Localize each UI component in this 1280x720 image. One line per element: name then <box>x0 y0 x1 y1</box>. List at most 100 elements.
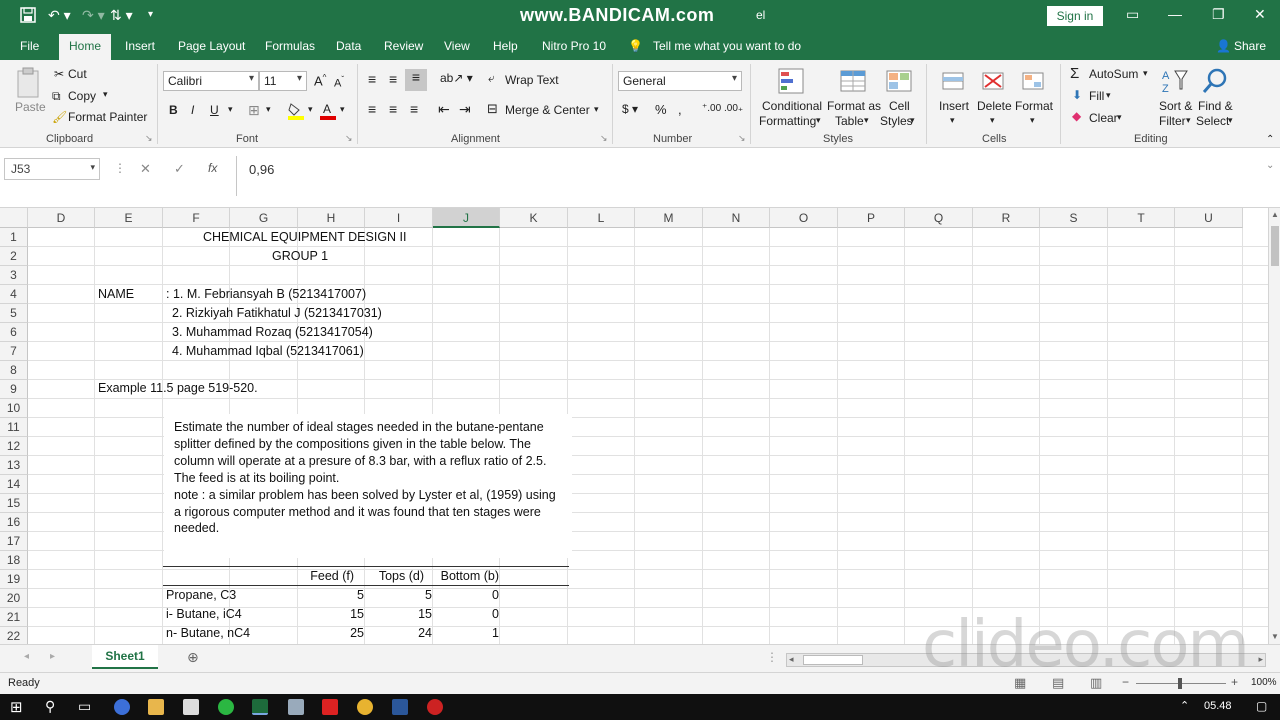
find-select-dropdown-icon[interactable]: ▾ <box>1228 115 1233 126</box>
comma-style-icon[interactable]: , <box>678 102 682 117</box>
table-row-tops[interactable]: 24 <box>366 624 432 643</box>
conditional-formatting-label1[interactable]: Conditional <box>762 99 822 113</box>
vertical-scrollbar[interactable]: ▲ ▼ <box>1268 208 1280 644</box>
task-view-icon[interactable]: ▭ <box>78 698 91 715</box>
wrap-text-button[interactable]: Wrap Text <box>505 73 559 87</box>
tab-insert[interactable]: Insert <box>125 39 155 53</box>
zoom-level[interactable]: 100% <box>1251 677 1277 688</box>
row-header-2[interactable]: 2 <box>0 247 28 266</box>
accounting-format-icon[interactable]: $ ▾ <box>622 102 638 116</box>
word-icon[interactable] <box>392 699 408 715</box>
italic-icon[interactable]: I <box>191 103 194 117</box>
scroll-right-icon[interactable]: ▸ <box>1258 654 1263 665</box>
sign-in-button[interactable]: Sign in <box>1047 6 1103 26</box>
cut-button[interactable]: Cut <box>68 67 87 81</box>
column-header-K[interactable]: K <box>500 208 568 228</box>
table-row-feed[interactable]: 5 <box>298 586 364 605</box>
tab-home[interactable]: Home <box>59 34 112 60</box>
table-row-bottom[interactable]: 0 <box>434 586 499 605</box>
redo-icon[interactable]: ↷ ▾ <box>82 7 105 24</box>
ribbon-display-icon[interactable]: ▭ <box>1126 6 1139 23</box>
row-header-14[interactable]: 14 <box>0 475 28 494</box>
autosum-icon[interactable]: Σ <box>1070 65 1079 82</box>
cell-member3[interactable]: 3. Muhammad Rozaq (5213417054) <box>172 323 373 342</box>
insert-button[interactable]: Insert <box>939 99 969 113</box>
restore-icon[interactable]: ❐ <box>1212 6 1225 23</box>
row-header-20[interactable]: 20 <box>0 589 28 608</box>
alignment-launcher-icon[interactable]: ↘ <box>600 133 608 144</box>
row-header-3[interactable]: 3 <box>0 266 28 285</box>
share-icon[interactable]: 👤 <box>1216 39 1231 53</box>
worksheet-grid[interactable]: DEFGHIJKLMNOPQRSTU 1 2 3 4 5 6 7 8 9 10 11 12 13 14 15… <box>0 208 1268 644</box>
column-header-G[interactable]: G <box>230 208 298 228</box>
insert-dropdown-icon[interactable]: ▾ <box>950 115 955 126</box>
collapse-ribbon-icon[interactable]: ⌃ <box>1266 134 1274 145</box>
table-row-name[interactable]: Propane, C3 <box>166 586 236 605</box>
insert-function-icon[interactable]: fx <box>208 161 217 175</box>
cell-member1[interactable]: : 1. M. Febriansyah B (5213417007) <box>166 285 366 304</box>
table-header-tops[interactable]: Tops (d) <box>366 567 424 586</box>
tray-chevron-icon[interactable]: ⌃ <box>1180 699 1189 712</box>
copy-button[interactable]: Copy <box>68 89 96 103</box>
clear-button[interactable]: Clear <box>1089 111 1118 125</box>
merge-dropdown-icon[interactable]: ▾ <box>594 104 599 115</box>
column-header-L[interactable]: L <box>568 208 635 228</box>
font-name-select[interactable]: Calibri ▾ <box>163 71 259 91</box>
format-painter-button[interactable]: Format Painter <box>68 110 147 124</box>
format-as-table-icon[interactable] <box>838 66 868 96</box>
zoom-app-icon[interactable] <box>114 699 130 715</box>
sort-filter-label2[interactable]: Filter <box>1159 114 1186 128</box>
row-header-7[interactable]: 7 <box>0 342 28 361</box>
clear-icon[interactable]: ◆ <box>1072 109 1081 123</box>
shrink-font-icon[interactable]: Aˇ <box>334 75 344 90</box>
cell-member2[interactable]: 2. Rizkiyah Fatikhatul J (5213417031) <box>172 304 382 323</box>
percent-style-icon[interactable]: % <box>655 102 667 117</box>
wrap-text-icon[interactable]: ⤶ <box>488 71 495 86</box>
confirm-entry-icon[interactable]: ✓ <box>174 161 185 177</box>
format-as-table-label2[interactable]: Table <box>835 114 864 128</box>
customize-quick-access-icon[interactable]: ▾ <box>148 9 153 20</box>
cell-styles-label1[interactable]: Cell <box>889 99 910 113</box>
pdf-reader-icon[interactable] <box>322 699 338 715</box>
table-row-bottom[interactable]: 0 <box>434 605 499 624</box>
borders-dropdown-icon[interactable]: ▾ <box>266 104 271 115</box>
next-sheet-icon[interactable]: ▸ <box>50 651 55 662</box>
notepad-icon[interactable] <box>288 699 304 715</box>
fill-icon[interactable]: ⬇ <box>1072 88 1082 102</box>
cell-title2[interactable]: GROUP 1 <box>272 247 328 266</box>
calculator-icon[interactable] <box>183 699 199 715</box>
format-painter-icon[interactable]: 🖌 <box>52 110 67 124</box>
row-header-15[interactable]: 15 <box>0 494 28 513</box>
paste-icon[interactable] <box>14 66 44 100</box>
increase-indent-icon[interactable]: ⇥ <box>459 101 471 118</box>
tab-help[interactable]: Help <box>493 39 518 53</box>
decrease-indent-icon[interactable]: ⇤ <box>438 101 450 118</box>
scroll-up-icon[interactable]: ▲ <box>1271 210 1279 219</box>
row-header-12[interactable]: 12 <box>0 437 28 456</box>
table-header-feed[interactable]: Feed (f) <box>298 567 354 586</box>
minimize-icon[interactable]: — <box>1168 6 1182 22</box>
select-all-corner[interactable] <box>0 208 28 228</box>
column-header-R[interactable]: R <box>973 208 1040 228</box>
row-header-6[interactable]: 6 <box>0 323 28 342</box>
decrease-decimal-icon[interactable]: .00₊ <box>724 103 743 114</box>
format-as-table-dropdown-icon[interactable]: ▾ <box>864 115 869 126</box>
sort-quick-icon[interactable]: ⇅ ▾ <box>110 7 133 24</box>
row-header-17[interactable]: 17 <box>0 532 28 551</box>
column-header-Q[interactable]: Q <box>905 208 973 228</box>
autosum-button[interactable]: AutoSum <box>1089 67 1138 81</box>
font-launcher-icon[interactable]: ↘ <box>345 133 353 144</box>
notification-icon[interactable]: ▢ <box>1256 699 1267 713</box>
row-header-10[interactable]: 10 <box>0 399 28 418</box>
row-header-13[interactable]: 13 <box>0 456 28 475</box>
table-row-feed[interactable]: 15 <box>298 605 364 624</box>
vertical-scroll-thumb[interactable] <box>1271 226 1279 266</box>
format-dropdown-icon[interactable]: ▾ <box>1030 115 1035 126</box>
font-color-dropdown-icon[interactable]: ▾ <box>340 104 345 115</box>
font-color-icon[interactable]: A <box>320 102 336 120</box>
table-row-tops[interactable]: 5 <box>366 586 432 605</box>
expand-formula-bar-icon[interactable]: ⌄ <box>1266 160 1274 171</box>
share-button[interactable]: Share <box>1234 39 1266 53</box>
prev-sheet-icon[interactable]: ◂ <box>24 651 29 662</box>
underline-dropdown-icon[interactable]: ▾ <box>228 104 233 115</box>
